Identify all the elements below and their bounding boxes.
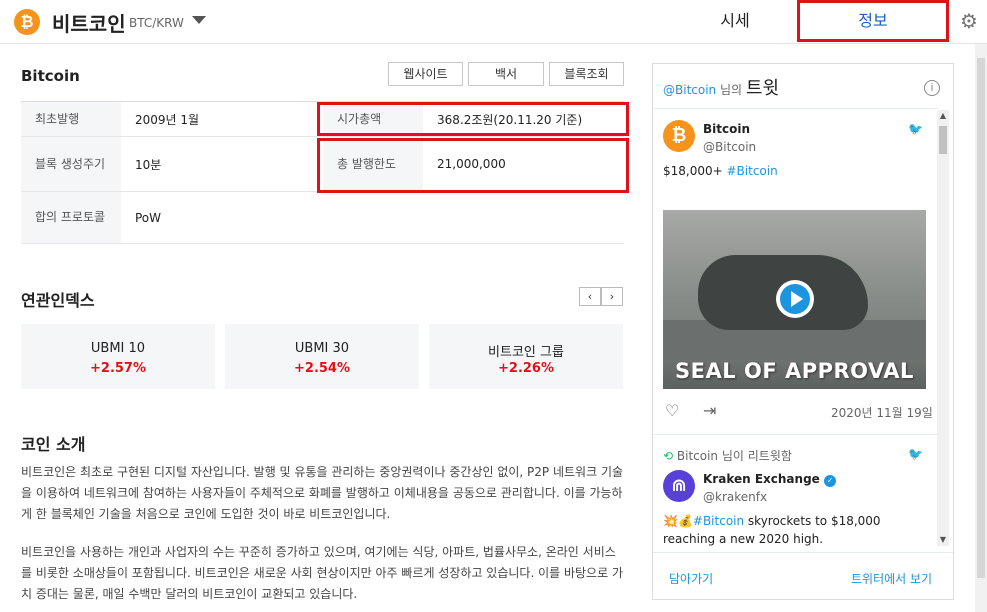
website-button[interactable]: 웹사이트 bbox=[388, 62, 463, 86]
intro-paragraph-1: 비트코인은 최초로 구현된 디지털 자산입니다. 발행 및 유통을 관리하는 중… bbox=[21, 465, 624, 521]
twitter-header-suffix: 님의 bbox=[719, 83, 743, 97]
retweet-text: 💥💰#Bitcoin skyrockets to $18,000 reachin… bbox=[663, 512, 928, 548]
twitter-header-word: 트윗 bbox=[745, 78, 780, 99]
twitter-widget: @Bitcoin 님의 트윗 i ₿ Bitcoin @Bitcoin 🐦 $1… bbox=[652, 63, 954, 600]
label-consensus: 합의 프로토콜 bbox=[21, 192, 121, 243]
index-card-bitcoin-group[interactable]: 비트코인 그룹 +2.26% bbox=[429, 324, 623, 389]
twitter-bird-icon: 🐦 bbox=[908, 447, 923, 461]
tweet-hashtag[interactable]: #Bitcoin bbox=[727, 164, 778, 178]
retweet-hashtag[interactable]: #Bitcoin bbox=[693, 514, 744, 528]
coin-name: 비트코인 bbox=[52, 12, 126, 36]
tab-price[interactable]: 시세 bbox=[700, 0, 770, 44]
coin-info-table: 최초발행 2009년 1월 시가총액 368.2조원(20.11.20 기준) … bbox=[21, 101, 624, 244]
retweeter-name[interactable]: Bitcoin bbox=[677, 449, 718, 463]
label-market-cap: 시가총액 bbox=[323, 102, 423, 136]
widget-scrollbar[interactable]: ▲ ▼ bbox=[937, 110, 949, 546]
scroll-thumb[interactable] bbox=[939, 126, 947, 154]
bitcoin-avatar[interactable]: ₿ bbox=[663, 120, 695, 152]
intro-paragraph-2: 비트코인을 사용하는 개인과 사업자의 수는 꾸준히 증가하고 있으며, 여기에… bbox=[21, 545, 623, 601]
tab-info[interactable]: 정보 bbox=[797, 0, 949, 42]
retweet-author-label: Kraken Exchange bbox=[703, 472, 820, 486]
gear-icon[interactable]: ⚙ bbox=[958, 10, 980, 32]
pager-next-button[interactable]: › bbox=[601, 287, 623, 306]
divider bbox=[653, 108, 938, 109]
label-first-issue: 최초발행 bbox=[21, 102, 121, 136]
index-change: +2.26% bbox=[498, 361, 554, 376]
block-explorer-button[interactable]: 블록조회 bbox=[549, 62, 624, 86]
label-block-time: 블록 생성주기 bbox=[21, 137, 121, 191]
tweet-author-handle[interactable]: @Bitcoin bbox=[703, 140, 756, 154]
value-first-issue: 2009년 1월 bbox=[135, 112, 200, 127]
play-icon[interactable] bbox=[776, 280, 814, 318]
value-block-time: 10분 bbox=[135, 157, 162, 172]
twitter-header-handle[interactable]: @Bitcoin bbox=[663, 83, 716, 97]
retweet-emoji: 💥💰 bbox=[663, 514, 693, 528]
divider bbox=[653, 434, 938, 435]
retweet-suffix: 님이 리트윗함 bbox=[721, 449, 792, 463]
share-icon[interactable]: ⇥ bbox=[703, 401, 716, 420]
index-change: +2.54% bbox=[294, 361, 350, 376]
scroll-down-icon[interactable]: ▼ bbox=[937, 534, 949, 546]
heart-icon[interactable]: ♡ bbox=[665, 401, 679, 420]
twitter-widget-footer: 담아가기 트위터에서 보기 bbox=[653, 552, 953, 599]
twitter-widget-header: @Bitcoin 님의 트윗 bbox=[663, 74, 779, 100]
tweet-video[interactable]: SEAL OF APPROVAL bbox=[663, 210, 926, 389]
table-row: 블록 생성주기 10분 총 발행한도 21,000,000 bbox=[21, 137, 624, 192]
index-card-ubmi30[interactable]: UBMI 30 +2.54% bbox=[225, 324, 419, 389]
tweet-date[interactable]: 2020년 11월 19일 bbox=[831, 404, 933, 421]
top-header: ₿ 비트코인 BTC/KRW 시세 정보 ⚙ bbox=[0, 0, 987, 44]
tweet-author-name[interactable]: Bitcoin bbox=[703, 122, 750, 136]
label-max-supply: 총 발행한도 bbox=[323, 137, 423, 191]
bitcoin-logo-icon: ₿ bbox=[14, 9, 40, 35]
twitter-bird-icon: 🐦 bbox=[908, 122, 923, 136]
coin-info-title: Bitcoin bbox=[21, 67, 80, 85]
tweet-text: $18,000+ #Bitcoin bbox=[663, 162, 928, 180]
whitepaper-button[interactable]: 백서 bbox=[468, 62, 544, 86]
retweet-author-name[interactable]: Kraken Exchange ✓ bbox=[703, 472, 836, 487]
scroll-up-icon[interactable]: ▲ bbox=[937, 110, 949, 122]
value-market-cap: 368.2조원(20.11.20 기준) bbox=[437, 112, 583, 127]
embed-link[interactable]: 담아가기 bbox=[669, 570, 713, 587]
retweet-author-handle[interactable]: @krakenfx bbox=[703, 490, 767, 504]
page-scrollbar[interactable] bbox=[975, 44, 987, 612]
index-name: UBMI 30 bbox=[294, 341, 350, 356]
index-card-ubmi10[interactable]: UBMI 10 +2.57% bbox=[21, 324, 215, 389]
tweet-text-prefix: $18,000+ bbox=[663, 164, 727, 178]
pager-prev-button[interactable]: ‹ bbox=[579, 287, 601, 306]
table-row: 최초발행 2009년 1월 시가총액 368.2조원(20.11.20 기준) bbox=[21, 102, 624, 137]
info-icon[interactable]: i bbox=[924, 80, 940, 96]
retweet-context: ⟲ Bitcoin 님이 리트윗함 bbox=[663, 447, 792, 464]
index-name: 비트코인 그룹 bbox=[488, 345, 564, 360]
coin-dropdown-icon[interactable] bbox=[192, 16, 206, 24]
view-on-twitter-link[interactable]: 트위터에서 보기 bbox=[851, 570, 932, 587]
kraken-avatar[interactable]: ⋒ bbox=[663, 470, 695, 502]
index-name: UBMI 10 bbox=[90, 341, 146, 356]
value-max-supply: 21,000,000 bbox=[437, 157, 506, 171]
table-row: 합의 프로토콜 PoW bbox=[21, 192, 624, 244]
index-change: +2.57% bbox=[90, 361, 146, 376]
related-index-title: 연관인덱스 bbox=[21, 291, 95, 310]
intro-title: 코인 소개 bbox=[21, 435, 86, 454]
page-scroll-thumb[interactable] bbox=[977, 58, 985, 578]
value-consensus: PoW bbox=[135, 210, 162, 225]
coin-pair: BTC/KRW bbox=[129, 16, 184, 30]
video-caption: SEAL OF APPROVAL bbox=[675, 359, 914, 383]
retweet-icon: ⟲ bbox=[663, 449, 674, 463]
verified-icon: ✓ bbox=[823, 475, 836, 487]
